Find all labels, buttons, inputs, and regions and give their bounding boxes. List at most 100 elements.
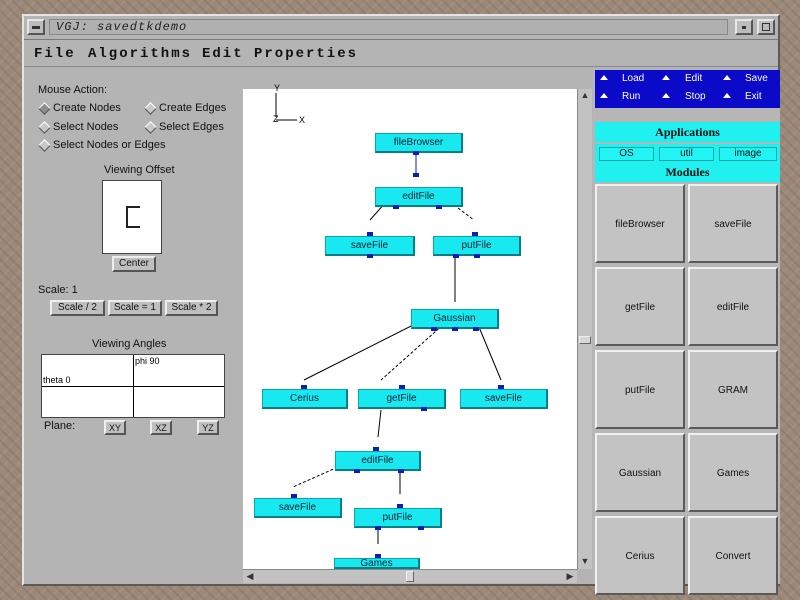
radio-create-edges[interactable]: Create Edges bbox=[144, 101, 226, 115]
module-putfile[interactable]: putFile bbox=[595, 350, 685, 429]
radio-select-edges[interactable]: Select Edges bbox=[144, 120, 224, 134]
load-button[interactable]: Load bbox=[622, 73, 644, 84]
edit-button[interactable]: Edit bbox=[685, 73, 702, 84]
node-port bbox=[375, 526, 381, 530]
plane-xz-button[interactable]: XZ bbox=[150, 420, 172, 435]
maximize-button[interactable] bbox=[757, 19, 775, 35]
scroll-left-icon[interactable]: ◀ bbox=[243, 570, 257, 584]
scroll-up-icon[interactable]: ▲ bbox=[578, 89, 592, 103]
horizontal-scrollbar[interactable]: ◀ ▶ bbox=[243, 569, 577, 583]
module-gaussian[interactable]: Gaussian bbox=[595, 433, 685, 512]
node-port bbox=[354, 469, 360, 473]
node-port bbox=[397, 504, 403, 508]
node-port bbox=[472, 232, 478, 236]
graph-node-gaussian[interactable]: Gaussian bbox=[411, 309, 499, 329]
radio-indicator[interactable] bbox=[144, 120, 157, 134]
center-button[interactable]: Center bbox=[112, 256, 156, 272]
radio-select-nodes[interactable]: Select Nodes bbox=[38, 120, 119, 134]
viewing-angles-pad[interactable]: phi 90 theta 0 bbox=[41, 354, 225, 418]
menu-edit[interactable]: Edit bbox=[202, 46, 244, 62]
stop-button[interactable]: Stop bbox=[685, 91, 706, 102]
menubar: File Algorithms Edit Properties bbox=[24, 41, 778, 67]
module-editfile[interactable]: editFile bbox=[688, 267, 778, 346]
module-filebrowser[interactable]: fileBrowser bbox=[595, 184, 685, 263]
graph-node-games[interactable]: Games bbox=[334, 558, 420, 569]
node-port bbox=[301, 385, 307, 389]
scroll-right-icon[interactable]: ▶ bbox=[563, 570, 577, 584]
phi-readout: phi 90 bbox=[135, 356, 160, 366]
left-control-panel: Mouse Action: Create Nodes Create Edges … bbox=[24, 68, 239, 588]
radio-label: Select Nodes or Edges bbox=[53, 139, 166, 151]
node-port bbox=[452, 327, 458, 331]
viewing-offset-pad[interactable] bbox=[102, 180, 162, 254]
control-strip: Load Edit Save Run Stop Exit bbox=[595, 70, 780, 108]
title-strip[interactable]: VGJ: savedtkdemo bbox=[49, 19, 728, 35]
horizontal-scroll-thumb[interactable] bbox=[406, 571, 414, 582]
run-button[interactable]: Run bbox=[622, 91, 640, 102]
graph-node-filebrowser[interactable]: fileBrowser bbox=[375, 133, 463, 153]
node-port bbox=[393, 205, 399, 209]
applications-row: OS util image bbox=[595, 144, 780, 164]
node-port bbox=[399, 385, 405, 389]
module-convert[interactable]: Convert bbox=[688, 516, 778, 595]
app-image-button[interactable]: image bbox=[719, 147, 777, 161]
module-savefile[interactable]: saveFile bbox=[688, 184, 778, 263]
node-port bbox=[291, 494, 297, 498]
module-cerius[interactable]: Cerius bbox=[595, 516, 685, 595]
vertical-scroll-thumb[interactable] bbox=[579, 336, 591, 344]
radio-label: Select Nodes bbox=[53, 121, 119, 133]
graph-node-editfile[interactable]: editFile bbox=[375, 187, 463, 207]
graph-canvas[interactable]: Y Z X fileBrowser editFile saveFile putF… bbox=[243, 83, 577, 569]
menu-file[interactable]: File bbox=[34, 46, 76, 62]
app-util-button[interactable]: util bbox=[659, 147, 714, 161]
radio-indicator[interactable] bbox=[38, 138, 51, 152]
graph-node-editfile-2[interactable]: editFile bbox=[335, 451, 421, 471]
node-port bbox=[375, 554, 381, 558]
graph-node-savefile-3[interactable]: saveFile bbox=[254, 498, 342, 518]
menu-algorithms[interactable]: Algorithms bbox=[88, 46, 192, 62]
load-caret-icon bbox=[600, 75, 608, 80]
node-port bbox=[498, 385, 504, 389]
radio-indicator[interactable] bbox=[38, 101, 51, 115]
scale-double-button[interactable]: Scale * 2 bbox=[165, 300, 218, 316]
scale-half-button[interactable]: Scale / 2 bbox=[50, 300, 105, 316]
node-port bbox=[398, 469, 404, 473]
graph-node-putfile[interactable]: putFile bbox=[433, 236, 521, 256]
offset-marker[interactable] bbox=[126, 206, 140, 228]
angle-horizontal-line bbox=[42, 386, 224, 387]
menu-properties[interactable]: Properties bbox=[254, 46, 358, 62]
node-port bbox=[421, 407, 427, 411]
module-getfile[interactable]: getFile bbox=[595, 267, 685, 346]
graph-node-putfile-2[interactable]: putFile bbox=[354, 508, 442, 528]
graph-node-savefile-2[interactable]: saveFile bbox=[460, 389, 548, 409]
mouse-action-label: Mouse Action: bbox=[38, 84, 108, 96]
graph-node-getfile[interactable]: getFile bbox=[358, 389, 446, 409]
exit-button[interactable]: Exit bbox=[745, 91, 762, 102]
plane-xy-button[interactable]: XY bbox=[104, 420, 126, 435]
vertical-scrollbar[interactable]: ▲ ▼ bbox=[577, 89, 592, 569]
node-port bbox=[373, 447, 379, 451]
radio-select-nodes-or-edges[interactable]: Select Nodes or Edges bbox=[38, 138, 166, 152]
minimize-button[interactable] bbox=[735, 19, 753, 35]
radio-create-nodes[interactable]: Create Nodes bbox=[38, 101, 121, 115]
radio-indicator[interactable] bbox=[38, 120, 51, 134]
module-games[interactable]: Games bbox=[688, 433, 778, 512]
node-port bbox=[413, 151, 419, 155]
save-caret-icon bbox=[723, 75, 731, 80]
node-port bbox=[431, 327, 437, 331]
graph-node-savefile[interactable]: saveFile bbox=[325, 236, 415, 256]
app-os-button[interactable]: OS bbox=[599, 147, 654, 161]
titlebar[interactable]: VGJ: savedtkdemo bbox=[24, 16, 778, 40]
window-menu-button[interactable] bbox=[27, 19, 45, 35]
radio-label: Create Nodes bbox=[53, 102, 121, 114]
axis-x-label: X bbox=[299, 115, 306, 125]
module-gram[interactable]: GRAM bbox=[688, 350, 778, 429]
scale-reset-button[interactable]: Scale = 1 bbox=[108, 300, 162, 316]
graph-node-cerius[interactable]: Cerius bbox=[262, 389, 348, 409]
radio-indicator[interactable] bbox=[144, 101, 157, 115]
save-button[interactable]: Save bbox=[745, 73, 768, 84]
node-port bbox=[473, 327, 479, 331]
run-caret-icon bbox=[600, 93, 608, 98]
scroll-down-icon[interactable]: ▼ bbox=[578, 555, 592, 569]
plane-yz-button[interactable]: YZ bbox=[197, 420, 219, 435]
